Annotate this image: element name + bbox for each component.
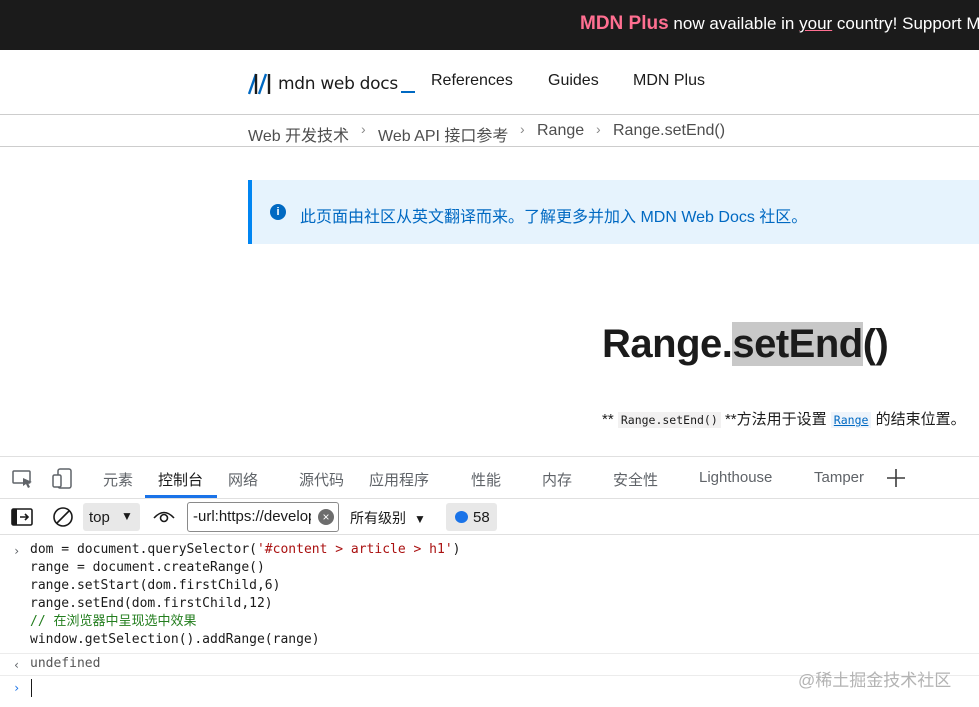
tab-security[interactable]: 安全性: [613, 469, 658, 490]
tab-performance[interactable]: 性能: [471, 469, 501, 490]
prompt-chevron-icon: ›: [13, 681, 21, 695]
tab-network[interactable]: 网络: [228, 469, 258, 490]
logo-underscore: [400, 91, 415, 93]
tab-console[interactable]: 控制台: [158, 469, 203, 490]
nav-mdn-plus[interactable]: MDN Plus: [633, 72, 705, 90]
input-chevron-icon: ›: [13, 544, 21, 558]
watermark: @稀土掘金技术社区: [798, 671, 952, 690]
console-result: undefined: [30, 656, 101, 671]
info-icon: i: [270, 204, 286, 220]
selected-text: setEnd: [732, 322, 863, 366]
logo-text: mdn web docs: [278, 74, 398, 94]
translation-notice: i 此页面由社区从英文翻译而来。了解更多并加入 MDN Web Docs 社区。: [248, 180, 979, 244]
breadcrumb-current[interactable]: Range.setEnd(): [613, 122, 725, 140]
tab-sources[interactable]: 源代码: [299, 469, 344, 490]
device-toolbar-icon[interactable]: [52, 468, 74, 490]
inspect-element-icon[interactable]: [12, 469, 34, 489]
output-chevron-icon: ‹: [13, 658, 21, 672]
console-line: range.setStart(dom.firstChild,6): [30, 578, 281, 593]
mdn-logo-icon: [248, 73, 271, 95]
promo-banner: MDN Plus now available in your country! …: [0, 0, 979, 50]
console-comment: // 在浏览器中呈现选中效果: [30, 614, 197, 629]
console-line: range.setEnd(dom.firstChild,12): [30, 596, 273, 611]
console-toolbar: top▼ × 所有级别▼ 58: [0, 498, 979, 535]
dropdown-arrow-icon: ▼: [121, 509, 133, 523]
clear-filter-icon[interactable]: ×: [318, 509, 334, 525]
console-prompt-input[interactable]: [31, 679, 32, 697]
devtools-tabbar: 元素 控制台 网络 源代码 应用程序 性能 内存 安全性 Lighthouse …: [0, 456, 979, 498]
divider: [0, 653, 979, 654]
live-expression-eye-icon[interactable]: [153, 509, 175, 525]
breadcrumb-web-api[interactable]: Web API 接口参考: [378, 122, 508, 146]
breadcrumb-web-tech[interactable]: Web 开发技术: [248, 122, 349, 146]
banner-plus: MDN Plus: [580, 13, 669, 34]
page-description: ** Range.setEnd() **方法用于设置 Range 的结束位置。: [602, 411, 966, 428]
mdn-logo[interactable]: mdn web docs: [248, 70, 415, 98]
add-tab-icon[interactable]: [886, 468, 906, 488]
tab-application[interactable]: 应用程序: [369, 469, 429, 490]
range-link[interactable]: Range: [830, 412, 872, 428]
console-line: window.getSelection().addRange(range): [30, 632, 320, 647]
context-selector[interactable]: top ▼: [83, 503, 140, 531]
inline-code: Range.setEnd(): [617, 412, 721, 428]
console-line: dom = document.querySelector('#content >…: [30, 542, 461, 557]
chevron-right-icon: ›: [596, 121, 601, 137]
console-filter: ×: [187, 502, 339, 532]
tab-lighthouse[interactable]: Lighthouse: [699, 469, 772, 486]
nav-guides[interactable]: Guides: [548, 72, 599, 90]
message-icon: [455, 511, 468, 523]
dropdown-arrow-icon: ▼: [414, 512, 426, 526]
chevron-right-icon: ›: [361, 121, 366, 137]
clear-console-icon[interactable]: [52, 506, 74, 528]
filter-input[interactable]: [193, 508, 311, 525]
breadcrumb: Web 开发技术 › Web API 接口参考 › Range › Range.…: [0, 115, 979, 147]
nav-references[interactable]: References: [431, 72, 513, 90]
page-title: Range.setEnd(): [602, 322, 889, 366]
breadcrumb-range[interactable]: Range: [537, 122, 584, 140]
message-count-badge[interactable]: 58: [446, 503, 497, 531]
tab-tamper[interactable]: Tamper: [814, 469, 864, 486]
log-level-dropdown[interactable]: 所有级别 ▼: [350, 508, 426, 528]
tab-elements[interactable]: 元素: [103, 469, 133, 490]
banner-text[interactable]: MDN Plus now available in your country! …: [580, 13, 979, 35]
chevron-right-icon: ›: [520, 121, 525, 137]
tab-memory[interactable]: 内存: [542, 469, 572, 490]
notice-text[interactable]: 此页面由社区从英文翻译而来。了解更多并加入 MDN Web Docs 社区。: [300, 203, 807, 227]
console-line: range = document.createRange(): [30, 560, 265, 575]
show-sidebar-icon[interactable]: [11, 508, 33, 526]
